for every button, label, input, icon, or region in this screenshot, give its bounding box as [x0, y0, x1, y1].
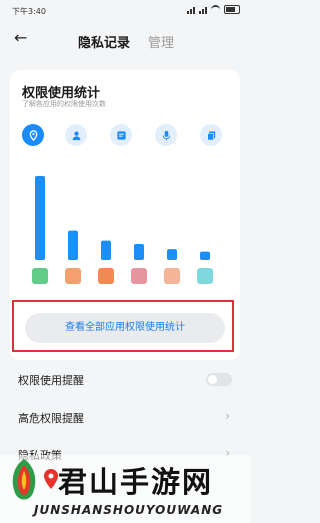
usage-bar	[200, 251, 210, 260]
arrow-left-icon[interactable]: ←	[14, 28, 27, 47]
usage-bar	[101, 240, 111, 260]
permission-reminder-label: 权限使用提醒	[18, 374, 84, 387]
wifi-icon	[211, 5, 220, 14]
status-bar: 下午3:40	[0, 0, 250, 24]
usage-bar	[68, 230, 78, 260]
app-icon	[164, 268, 180, 284]
app-icon	[197, 268, 213, 284]
highlight-box	[12, 300, 234, 352]
permission-usage-chart	[32, 176, 213, 284]
status-icons	[187, 5, 240, 14]
chevron-right-icon: ›	[225, 409, 230, 423]
pin-icon	[44, 469, 58, 489]
header: ← 隐私记录 管理	[0, 26, 250, 56]
sms-icon[interactable]	[110, 124, 132, 146]
usage-bar	[134, 244, 144, 260]
usage-bar	[35, 176, 45, 260]
card-subtitle: 了解各应用的权限使用次数	[22, 100, 106, 108]
watermark-title: 君山手游网	[58, 465, 214, 499]
permission-reminder-toggle[interactable]	[206, 373, 232, 386]
setting-permission-reminder[interactable]: 权限使用提醒	[18, 372, 232, 392]
signal-icon	[187, 6, 195, 14]
copy-icon[interactable]	[200, 124, 222, 146]
app-icon	[98, 268, 114, 284]
contacts-icon[interactable]	[65, 124, 87, 146]
microphone-icon[interactable]	[155, 124, 177, 146]
site-watermark: 君山手游网 JUNSHANSHOUYOUWANG	[0, 455, 250, 523]
app-icon	[65, 268, 81, 284]
app-icon	[32, 268, 48, 284]
high-risk-reminder-label: 高危权限提醒	[18, 412, 84, 425]
watermark-logo	[12, 459, 36, 500]
battery-icon	[224, 5, 240, 14]
setting-high-risk-reminder[interactable]: 高危权限提醒 ›	[18, 409, 232, 430]
app-icon	[131, 268, 147, 284]
signal-icon-2	[199, 6, 207, 14]
location-icon[interactable]	[22, 124, 44, 146]
tab-privacy-records[interactable]: 隐私记录	[78, 32, 130, 51]
watermark-subtitle: JUNSHANSHOUYOUWANG	[34, 503, 224, 517]
tab-manage[interactable]: 管理	[148, 32, 174, 51]
status-time: 下午3:40	[12, 7, 46, 16]
usage-bar	[167, 249, 177, 260]
